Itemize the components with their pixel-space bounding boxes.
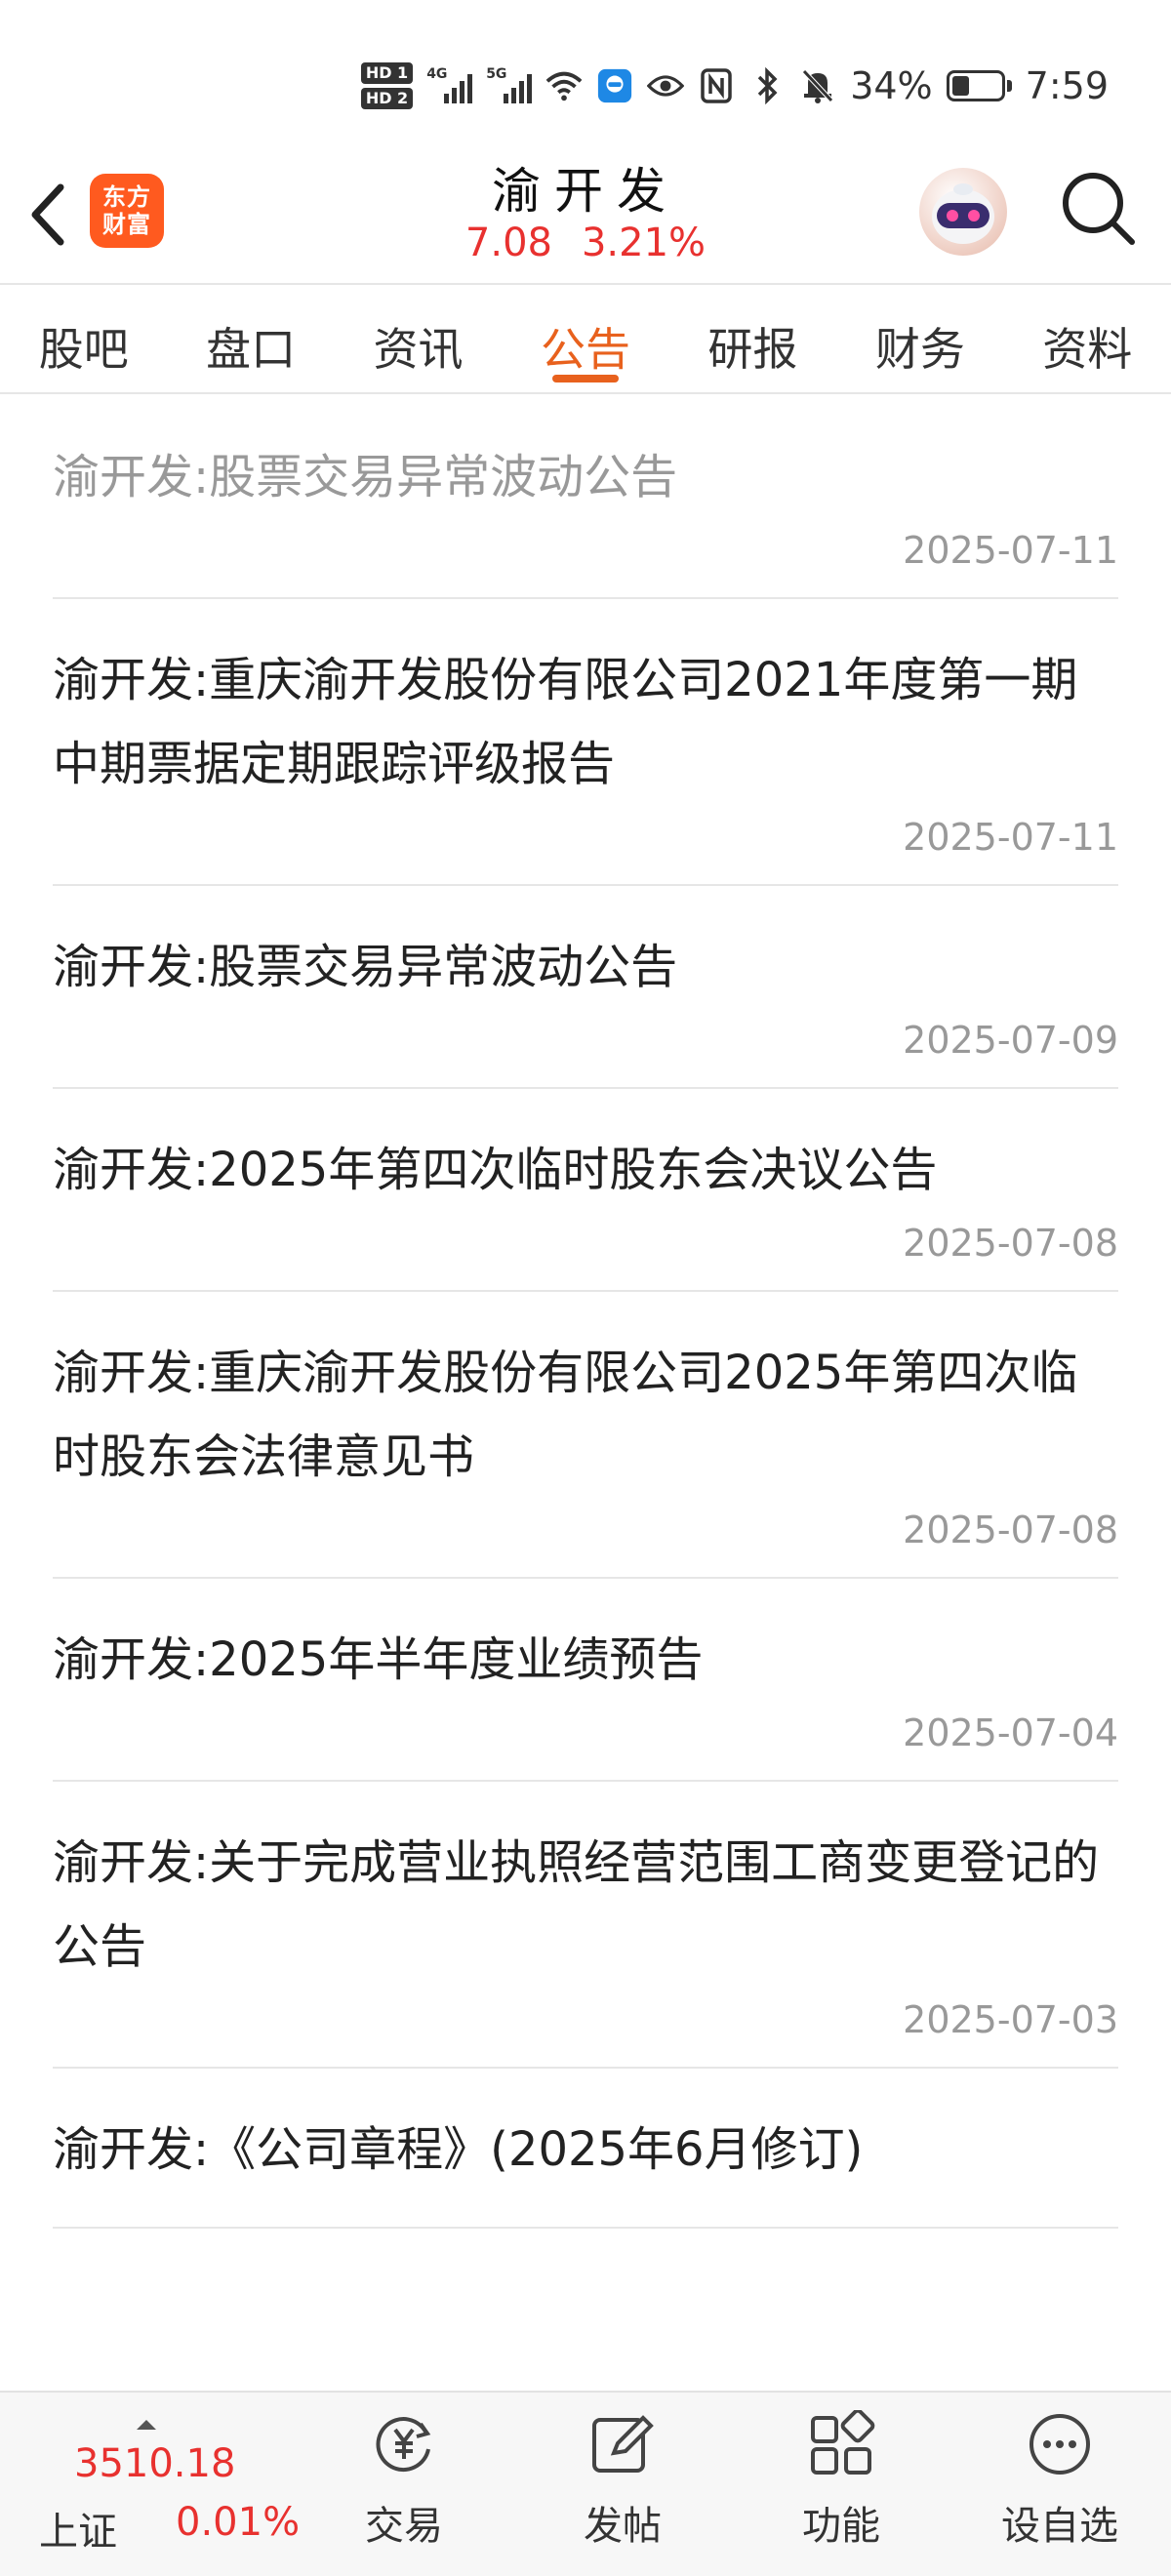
index-name: 上证: [39, 2510, 117, 2555]
list-item[interactable]: 渝开发:2025年第四次临时股东会决议公告 2025-07-08: [53, 1089, 1118, 1292]
item-title: 渝开发:2025年半年度业绩预告: [53, 1632, 704, 1687]
eastmoney-logo[interactable]: 东方 财富: [90, 174, 164, 248]
tab-pankou[interactable]: 盘口: [167, 285, 334, 392]
item-title: 渝开发:股票交易异常波动公告: [53, 450, 678, 504]
add-watchlist-label: 设自选: [1001, 2504, 1118, 2549]
logo-line2: 财富: [102, 211, 151, 238]
trade-button[interactable]: 交易: [306, 2410, 502, 2551]
yen-exchange-icon: [376, 2417, 431, 2472]
functions-button[interactable]: 功能: [744, 2408, 939, 2551]
post-label: 发帖: [584, 2504, 662, 2549]
market-index-widget[interactable]: 3510.18 上证 0.01%: [39, 2412, 303, 2558]
battery-icon: [946, 70, 1012, 101]
list-item[interactable]: 渝开发:重庆渝开发股份有限公司2021年度第一期中期票据定期跟踪评级报告 202…: [53, 599, 1118, 886]
tab-profile[interactable]: 资料: [1004, 285, 1171, 392]
add-watchlist-button[interactable]: 设自选: [962, 2410, 1157, 2551]
item-title: 渝开发:关于完成营业执照经营范围工商变更登记的公告: [53, 1835, 1100, 1974]
item-date: 2025-07-09: [903, 1019, 1118, 1062]
list-item[interactable]: 渝开发:《公司章程》(2025年6月修订): [53, 2069, 1118, 2229]
back-arrow-icon[interactable]: [23, 176, 72, 254]
index-value: 3510.18: [74, 2441, 236, 2486]
item-date: 2025-07-03: [903, 1998, 1118, 2041]
item-title: 渝开发:重庆渝开发股份有限公司2025年第四次临时股东会法律意见书: [53, 1346, 1078, 1484]
item-date: 2025-07-08: [903, 1509, 1118, 1551]
nfc-icon: [698, 67, 735, 104]
signal-4g-icon: 4G: [426, 66, 473, 103]
grid-function-icon: [811, 2408, 875, 2475]
tab-research[interactable]: 研报: [669, 285, 836, 392]
signal-5g-tag: 5G: [486, 66, 507, 82]
eye-icon: [647, 67, 685, 104]
hd2-label: HD 2: [360, 88, 414, 109]
announcement-list: 2025-07-11 渝开发:股票交易异常波动公告 2025-07-11 渝开发…: [0, 396, 1171, 2391]
stock-price: 7.08: [464, 221, 552, 265]
stock-change-pct: 3.21%: [581, 221, 707, 265]
battery-percent: 34%: [850, 64, 933, 107]
functions-label: 功能: [802, 2504, 880, 2549]
more-dots-icon: [1030, 2414, 1090, 2475]
tab-bar: 股吧 盘口 资讯 公告 研报 财务 资料: [0, 283, 1171, 394]
tab-guba[interactable]: 股吧: [0, 285, 167, 392]
hd-indicator: HD 1 HD 2: [360, 62, 414, 109]
wifi-icon: [545, 67, 583, 104]
index-change-pct: 0.01%: [176, 2500, 301, 2545]
hd1-label: HD 1: [360, 62, 414, 84]
app-notification-icon: [596, 67, 633, 104]
item-title: 渝开发:《公司章程》(2025年6月修订): [53, 2122, 864, 2177]
item-date: 2025-07-08: [903, 1222, 1118, 1265]
edit-post-icon: [592, 2415, 654, 2473]
bluetooth-icon: [748, 67, 786, 104]
item-title: 渝开发:股票交易异常波动公告: [53, 940, 678, 994]
post-button[interactable]: 发帖: [525, 2410, 720, 2551]
clock: 7:59: [1025, 64, 1109, 107]
signal-4g-tag: 4G: [426, 66, 448, 82]
logo-line1: 东方: [102, 183, 151, 211]
item-date: 2025-07-04: [903, 1711, 1118, 1754]
list-item[interactable]: 渝开发:重庆渝开发股份有限公司2025年第四次临时股东会法律意见书 2025-0…: [53, 1292, 1118, 1579]
list-item[interactable]: 渝开发:股票交易异常波动公告 2025-07-09: [53, 886, 1118, 1089]
stock-quote: 7.08 3.21%: [390, 221, 781, 265]
list-item[interactable]: 渝开发:股票交易异常波动公告 2025-07-11: [53, 396, 1118, 599]
status-bar: HD 1 HD 2 4G 5G 34% 7:59: [0, 0, 1171, 166]
signal-5g-icon: 5G: [486, 66, 533, 103]
stock-header: 东方 财富 渝开发 7.08 3.21%: [0, 146, 1171, 283]
tab-finance[interactable]: 财务: [836, 285, 1003, 392]
item-date: 2025-07-11: [903, 816, 1118, 859]
tab-announcements[interactable]: 公告: [502, 285, 668, 392]
stock-name: 渝开发: [492, 163, 679, 220]
list-item[interactable]: 渝开发:2025年半年度业绩预告 2025-07-04: [53, 1579, 1118, 1782]
item-date: 2025-07-11: [903, 529, 1118, 572]
ai-assistant-avatar[interactable]: [919, 168, 1007, 256]
bottom-bar: 3510.18 上证 0.01% 交易 发帖 功能 设自选: [0, 2391, 1171, 2576]
mute-bell-icon: [799, 67, 836, 104]
item-title: 渝开发:重庆渝开发股份有限公司2021年度第一期中期票据定期跟踪评级报告: [53, 653, 1078, 791]
search-icon[interactable]: [1058, 168, 1138, 248]
item-title: 渝开发:2025年第四次临时股东会决议公告: [53, 1143, 938, 1197]
trade-label: 交易: [365, 2504, 443, 2549]
expand-caret-icon: [137, 2420, 156, 2430]
tab-news[interactable]: 资讯: [335, 285, 502, 392]
list-item[interactable]: 渝开发:关于完成营业执照经营范围工商变更登记的公告 2025-07-03: [53, 1782, 1118, 2069]
